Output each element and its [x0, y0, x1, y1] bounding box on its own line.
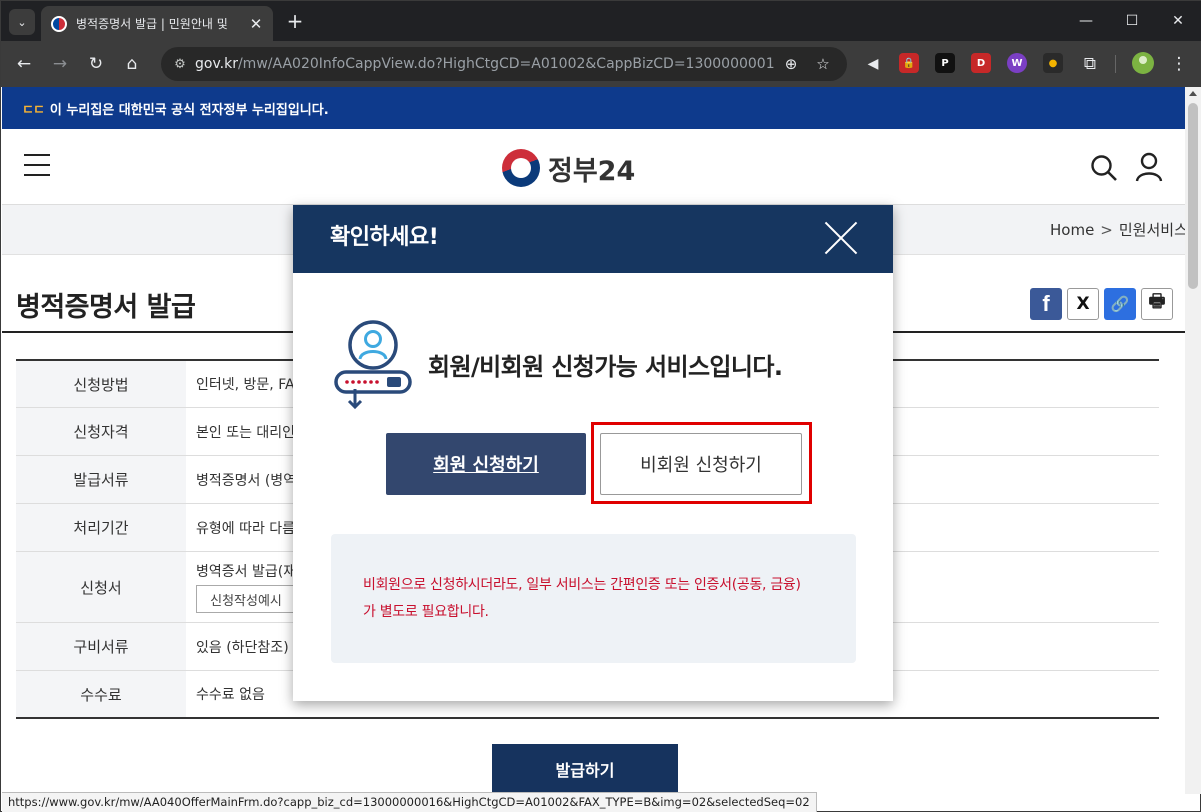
ext-color-icon[interactable]: ●	[1043, 53, 1063, 73]
new-tab-button[interactable]: +	[283, 9, 307, 33]
row-label: 신청방법	[16, 361, 186, 407]
notice-text: 비회원으로 신청하시더라도, 일부 서비스는 간편인증 또는 인증서(공동, 금…	[363, 572, 833, 626]
logo-text: 정부24	[548, 155, 636, 187]
forward-button[interactable]: →	[46, 50, 74, 78]
breadcrumb-current[interactable]: 민원서비스	[1119, 221, 1185, 239]
maximize-button[interactable]: ☐	[1109, 1, 1155, 41]
close-window-button[interactable]: ✕	[1155, 1, 1201, 41]
url-host: gov.kr	[195, 56, 238, 72]
row-label: 신청서	[16, 552, 186, 622]
x-share-icon[interactable]: X	[1067, 288, 1099, 320]
guest-apply-button[interactable]: 비회원 신청하기	[600, 433, 802, 495]
page-title: 병적증명서 발급	[16, 292, 196, 323]
modal-title: 확인하세요!	[330, 225, 439, 250]
reload-button[interactable]: ↻	[82, 50, 110, 78]
tab-close-icon[interactable]: ✕	[247, 15, 265, 33]
active-tab[interactable]: 병적증명서 발급 | 민원안내 및 ✕	[41, 6, 273, 41]
modal-message: 회원/비회원 신청가능 서비스입니다.	[428, 353, 783, 381]
notice-line-2: 가 별도로 필요합니다.	[363, 604, 489, 620]
back-button[interactable]: ←	[10, 50, 38, 78]
breadcrumb-separator-icon: >	[1100, 221, 1113, 239]
notice-line-1: 비회원으로 신청하시더라도, 일부 서비스는 간편인증 또는 인증서(공동, 금…	[363, 577, 801, 593]
browser-window: ⌄ 병적증명서 발급 | 민원안내 및 ✕ + — ☐ ✕ ← → ↻ ⌂ ⚙ …	[0, 0, 1201, 812]
ext-lock-icon[interactable]: 🔒	[899, 53, 919, 73]
confirm-modal: 확인하세요! 회원/비회원 신청가능 서비스입니다. 회원 신청하기 비회원 신…	[293, 205, 893, 701]
member-login-icon	[334, 320, 412, 410]
url-path: /mw/AA020InfoCappView.do?HighCtgCD=A0100…	[237, 56, 775, 72]
extensions-puzzle-icon[interactable]: ⧉	[1076, 50, 1104, 78]
profile-avatar[interactable]	[1132, 52, 1154, 74]
minimize-button[interactable]: —	[1063, 1, 1109, 41]
scroll-thumb[interactable]	[1188, 103, 1198, 289]
row-label: 구비서류	[16, 623, 186, 670]
ext-p-icon[interactable]: P	[935, 53, 955, 73]
tab-strip: ⌄ 병적증명서 발급 | 민원안내 및 ✕ + — ☐ ✕	[1, 1, 1201, 41]
link-copy-icon[interactable]: 🔗	[1104, 288, 1136, 320]
site-info-icon[interactable]: ⚙	[169, 53, 191, 75]
url-text[interactable]: gov.kr/mw/AA020InfoCappView.do?HighCtgCD…	[195, 47, 775, 81]
user-icon[interactable]	[1135, 152, 1163, 182]
official-site-banner: ㄷㄷ 이 누리집은 대한민국 공식 전자정부 누리집입니다.	[2, 87, 1185, 129]
bookmark-star-icon[interactable]: ☆	[812, 53, 834, 75]
site-header: 정부24	[2, 129, 1185, 205]
site-logo[interactable]: 정부24	[502, 149, 635, 187]
home-button[interactable]: ⌂	[118, 50, 146, 78]
tab-search-button[interactable]: ⌄	[9, 9, 35, 35]
address-bar[interactable]: ⚙ gov.kr/mw/AA020InfoCappView.do?HighCtg…	[161, 47, 847, 81]
browser-menu-icon[interactable]: ⋮	[1165, 50, 1193, 78]
modal-header: 확인하세요!	[293, 205, 893, 273]
tab-title: 병적증명서 발급 | 민원안내 및	[76, 17, 228, 31]
government-mark-icon: ㄷㄷ	[22, 102, 45, 118]
scroll-up-icon[interactable]	[1189, 91, 1197, 96]
search-icon[interactable]	[1090, 154, 1118, 182]
row-label: 신청자격	[16, 408, 186, 455]
menu-hamburger-icon[interactable]	[24, 154, 50, 176]
toolbar-divider	[1115, 55, 1116, 73]
ext-w-icon[interactable]: W	[1007, 53, 1027, 73]
row-label: 수수료	[16, 671, 186, 717]
notice-box: 비회원으로 신청하시더라도, 일부 서비스는 간편인증 또는 인증서(공동, 금…	[331, 534, 856, 663]
ext-d-icon[interactable]: D	[971, 53, 991, 73]
gov-favicon-icon	[51, 15, 67, 32]
issue-button[interactable]: 발급하기	[492, 744, 678, 794]
page-scrollbar[interactable]	[1185, 87, 1201, 794]
taeguk-logo-icon	[502, 149, 540, 187]
zoom-icon[interactable]: ⊕	[780, 53, 802, 75]
print-icon[interactable]: 🖶	[1141, 288, 1173, 320]
status-bar-url: https://www.gov.kr/mw/AA040OfferMainFrm.…	[2, 792, 817, 812]
media-control-icon[interactable]: ◀	[859, 50, 887, 78]
modal-close-icon[interactable]	[823, 220, 859, 256]
member-apply-button[interactable]: 회원 신청하기	[386, 433, 586, 495]
breadcrumb-trail: Home > 민원서비스	[1050, 205, 1185, 255]
browser-toolbar: ← → ↻ ⌂ ⚙ gov.kr/mw/AA020InfoCappView.do…	[1, 41, 1201, 87]
row-label: 처리기간	[16, 504, 186, 551]
application-example-button[interactable]: 신청작성예시	[196, 585, 296, 613]
breadcrumb-home[interactable]: Home	[1050, 221, 1094, 239]
row-label: 발급서류	[16, 456, 186, 503]
banner-text: 이 누리집은 대한민국 공식 전자정부 누리집입니다.	[49, 102, 329, 118]
share-toolbar: f X 🔗 🖶	[1030, 288, 1173, 320]
facebook-share-icon[interactable]: f	[1030, 288, 1062, 320]
